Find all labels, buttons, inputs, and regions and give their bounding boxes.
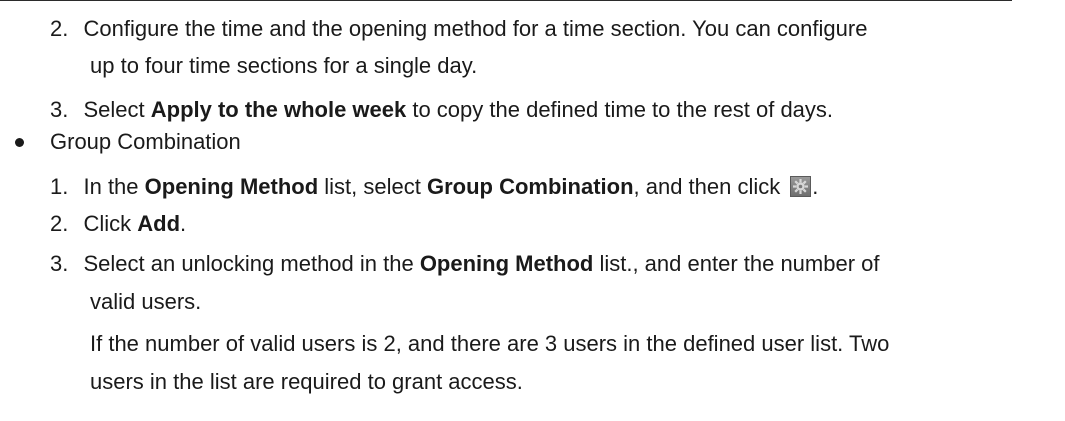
note-text: If the number of valid users is 2, and t… — [90, 331, 890, 356]
step-text: to copy the defined time to the rest of … — [406, 97, 834, 122]
apply-whole-week-term: Apply to the whole week — [150, 97, 407, 122]
step-text: , and then click — [633, 174, 781, 199]
step-text: In the — [83, 174, 145, 199]
step-text: list., and enter the number of — [593, 251, 880, 276]
step-number: 3. — [50, 251, 69, 276]
step-text: up to four time sections for a single da… — [90, 53, 478, 78]
step-text: valid users. — [90, 289, 202, 314]
note-text: users in the list are required to grant … — [90, 369, 523, 394]
step-text: Select — [83, 97, 151, 122]
step-2-continuation: up to four time sections for a single da… — [90, 50, 477, 82]
note-line-1: If the number of valid users is 2, and t… — [90, 328, 889, 360]
group-step-3-continuation: valid users. — [90, 286, 201, 318]
step-number: 1. — [50, 174, 69, 199]
period: . — [812, 174, 819, 199]
step-3-apply-week: 3. Select Apply to the whole week to cop… — [50, 94, 833, 126]
add-term: Add — [137, 211, 181, 236]
step-text: Select an unlocking method in the — [83, 251, 420, 276]
step-number: 3. — [50, 97, 69, 122]
top-rule — [0, 0, 1012, 1]
opening-method-term: Opening Method — [144, 174, 319, 199]
step-text: list, select — [318, 174, 427, 199]
step-number: 2. — [50, 16, 69, 41]
step-2-configure-time: 2. Configure the time and the opening me… — [50, 13, 867, 45]
group-step-2: 2. Click Add. — [50, 208, 186, 240]
bullet-text: Group Combination — [50, 129, 241, 154]
step-number: 2. — [50, 211, 69, 236]
note-line-2: users in the list are required to grant … — [90, 366, 523, 398]
bullet-icon — [15, 138, 24, 147]
group-combination-heading: Group Combination — [50, 126, 241, 158]
step-text: Click — [83, 211, 138, 236]
group-step-1: 1. In the Opening Method list, select Gr… — [50, 171, 818, 203]
opening-method-term: Opening Method — [419, 251, 594, 276]
step-text: Configure the time and the opening metho… — [83, 16, 868, 41]
gear-icon — [790, 176, 812, 197]
group-step-3: 3. Select an unlocking method in the Ope… — [50, 248, 880, 280]
group-combination-term: Group Combination — [426, 174, 634, 199]
step-text: . — [180, 211, 187, 236]
